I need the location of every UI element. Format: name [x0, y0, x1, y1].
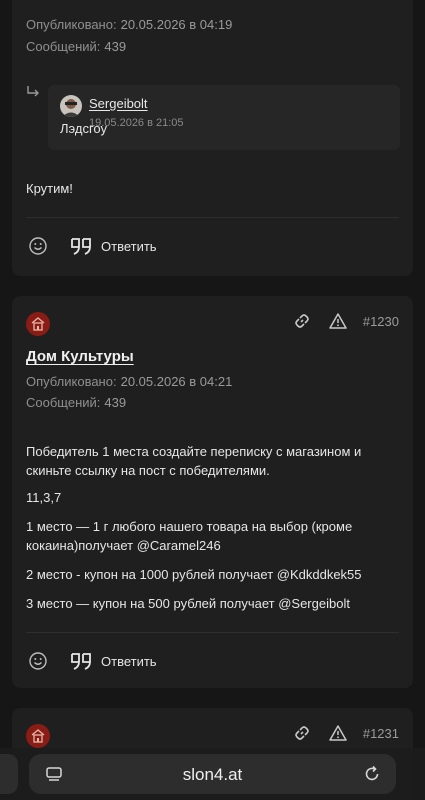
published-label: Опубликовано:	[26, 17, 117, 32]
reply-label: Ответить	[101, 238, 157, 254]
published-value: 20.05.2026 в 04:19	[120, 17, 233, 32]
url-text: slon4.at	[182, 765, 243, 784]
browser-toolbar: slon4.at	[0, 748, 425, 800]
reaction-button[interactable]	[26, 234, 50, 258]
messages-line: Сообщений: 439	[26, 395, 126, 410]
published-value: 20.05.2026 в 04:21	[120, 374, 233, 389]
post-number[interactable]: #1230	[363, 314, 399, 329]
post-paragraph: 11,3,7	[26, 490, 62, 505]
report-button[interactable]	[327, 722, 349, 744]
reply-button[interactable]: Ответить	[70, 651, 157, 671]
smiley-icon	[29, 652, 47, 670]
messages-line: Сообщений: 439	[26, 39, 126, 54]
quoted-message[interactable]: Sergeibolt 19.05.2026 в 21:05	[48, 85, 400, 150]
divider	[26, 632, 399, 633]
link-icon	[295, 726, 309, 740]
previous-tab-pill[interactable]	[0, 754, 18, 794]
quote-icon	[71, 653, 91, 670]
post-number[interactable]: #1231	[363, 726, 399, 741]
messages-label: Сообщений:	[26, 39, 101, 54]
post-paragraph: 2 место - купон на 1000 рублей получает …	[26, 567, 362, 582]
messages-label: Сообщений:	[26, 395, 101, 410]
house-icon	[31, 729, 45, 743]
post-tools: #1230	[291, 310, 399, 332]
messages-value: 439	[104, 395, 127, 410]
smiley-icon	[29, 237, 47, 255]
reply-label: Ответить	[101, 653, 157, 669]
avatar[interactable]	[60, 95, 82, 117]
report-button[interactable]	[327, 310, 349, 332]
warning-icon	[329, 725, 347, 741]
messages-value: 439	[104, 39, 127, 54]
share-link-button[interactable]	[291, 722, 313, 744]
post-actions: Ответить	[26, 649, 157, 673]
post-paragraph: 3 место — купон на 500 рублей получает @…	[26, 596, 350, 611]
divider	[26, 217, 399, 218]
reply-arrow-icon	[27, 86, 39, 97]
user-badge[interactable]	[26, 312, 50, 336]
post-paragraph: Победитель 1 места создайте переписку с …	[26, 444, 362, 478]
post-author-link[interactable]: Дом Культуры	[26, 348, 134, 365]
quote-author-link[interactable]: Sergeibolt	[89, 96, 148, 111]
published-line: Опубликовано: 20.05.2026 в 04:19	[26, 17, 232, 32]
link-icon	[295, 314, 309, 328]
reply-button[interactable]: Ответить	[70, 236, 157, 256]
quote-text: Лэдсгоу	[60, 121, 108, 136]
reload-icon[interactable]	[362, 764, 382, 784]
warning-icon	[329, 313, 347, 329]
post-tools: #1231	[291, 722, 399, 744]
published-label: Опубликовано:	[26, 374, 117, 389]
user-badge[interactable]	[26, 724, 50, 748]
share-link-button[interactable]	[291, 310, 313, 332]
forum-page: Опубликовано: 20.05.2026 в 04:19 Сообщени…	[0, 0, 425, 800]
address-bar[interactable]: slon4.at	[29, 754, 396, 794]
quote-icon	[71, 238, 91, 255]
reaction-button[interactable]	[26, 649, 50, 673]
house-icon	[31, 317, 45, 331]
post-text: Крутим!	[26, 181, 73, 196]
post-card: Опубликовано: 20.05.2026 в 04:19 Сообщени…	[12, 0, 413, 276]
post-actions: Ответить	[26, 234, 157, 258]
post-card: #1230 Дом Культуры Опубликовано: 20.05.20…	[12, 296, 413, 688]
post-paragraph: 1 место — 1 г любого нашего товара на вы…	[26, 519, 353, 553]
published-line: Опубликовано: 20.05.2026 в 04:21	[26, 374, 232, 389]
